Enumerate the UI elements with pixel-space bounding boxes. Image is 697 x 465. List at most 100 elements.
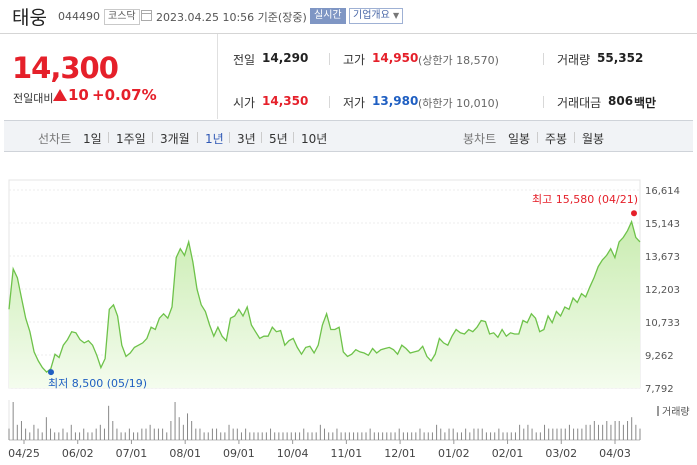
high-label: 고가	[343, 53, 366, 67]
x-tick-label: 06/02	[62, 447, 94, 460]
volume-bar	[91, 432, 93, 440]
tab-monthly[interactable]: 월봉	[582, 130, 604, 147]
volume-bar	[452, 428, 454, 440]
divider	[197, 132, 198, 143]
x-tick-label: 03/02	[545, 447, 577, 460]
volume-bar	[133, 432, 135, 440]
volume-bar	[87, 432, 89, 440]
x-tick-label: 08/01	[169, 447, 201, 460]
volume-bar	[128, 428, 130, 440]
volume-bar	[220, 432, 222, 440]
volume-bar	[394, 432, 396, 440]
volume-bar	[16, 424, 18, 440]
volume-bar	[211, 428, 213, 440]
volume-bar	[602, 424, 604, 440]
stock-name: 태웅	[12, 7, 47, 29]
volume-bar	[552, 428, 554, 440]
volume-bar	[166, 432, 168, 440]
y-tick-label: 9,262	[645, 351, 674, 362]
tab-1w[interactable]: 1주일	[116, 130, 146, 147]
volume-bar	[174, 402, 176, 440]
volume-bar	[299, 432, 301, 440]
volume-bar	[448, 428, 450, 440]
price-chart[interactable]: 16,614 15,143 13,673 12,203 10,733 9,262 7,792…	[0, 170, 697, 465]
y-tick-label: 16,614	[645, 186, 680, 197]
volume-bar	[124, 432, 126, 440]
volume-bar	[539, 432, 541, 440]
divider	[261, 132, 262, 143]
volume-bar	[477, 428, 479, 440]
divider	[152, 132, 153, 143]
volume-bar	[402, 432, 404, 440]
volume-bar	[398, 428, 400, 440]
y-tick-label: 12,203	[645, 285, 680, 296]
prev-close-value: 14,290	[262, 51, 309, 65]
stock-header: 태웅 044490 코스닥 2023.04.25 10:56 기준(장중) 실시…	[0, 0, 697, 33]
volume-bar	[286, 432, 288, 440]
volume-bar	[639, 428, 641, 440]
volume-bar	[45, 417, 47, 440]
volume-bar	[290, 432, 292, 440]
y-tick-label: 10,733	[645, 318, 680, 329]
volume-bar	[353, 432, 355, 440]
volume-bar	[365, 432, 367, 440]
volume-bar	[556, 428, 558, 440]
volume-bar	[328, 432, 330, 440]
volume-bar	[514, 432, 516, 440]
volume-bar	[157, 428, 159, 440]
tab-10y[interactable]: 10년	[301, 130, 327, 147]
tab-weekly[interactable]: 주봉	[545, 130, 567, 147]
volume-bar	[357, 432, 359, 440]
company-overview-button[interactable]: 기업개요 ▼	[349, 8, 404, 24]
volume-bar	[240, 432, 242, 440]
tab-5y[interactable]: 5년	[269, 130, 288, 147]
volume-bar	[62, 428, 64, 440]
x-tick-label: 09/01	[223, 447, 255, 460]
volume-bar	[593, 421, 595, 440]
volume-bar	[137, 432, 139, 440]
volume-bar	[282, 432, 284, 440]
volume-bar	[95, 428, 97, 440]
low-annotation: 최저 8,500 (05/19)	[48, 377, 147, 390]
volume-bar	[324, 428, 325, 440]
volume-bar	[548, 428, 550, 440]
tab-1y[interactable]: 1년	[205, 130, 224, 147]
volume-bar	[207, 432, 209, 440]
x-tick-label: 12/01	[384, 447, 416, 460]
volume-bar	[564, 428, 566, 440]
volume-bar	[303, 428, 305, 440]
volume-bar	[544, 424, 546, 440]
volume-bar	[25, 428, 27, 440]
tab-daily[interactable]: 일봉	[508, 130, 530, 147]
volume-bar	[103, 428, 105, 440]
volume-bar	[108, 405, 110, 440]
realtime-button[interactable]: 실시간	[310, 8, 346, 24]
volume-bar	[502, 432, 504, 440]
volume-bar	[261, 432, 263, 440]
stock-code: 044490	[58, 10, 100, 23]
volume-bar	[535, 432, 537, 440]
volume-bar	[635, 424, 637, 440]
volume-bar	[141, 428, 143, 440]
volume-value: 55,352	[597, 51, 644, 65]
tab-3m[interactable]: 3개월	[160, 130, 190, 147]
change-label: 전일대비	[13, 92, 54, 105]
volume-bar	[344, 432, 346, 440]
volume-bar	[610, 424, 612, 440]
tab-1d[interactable]: 1일	[83, 130, 102, 147]
volume-bar	[307, 432, 309, 440]
amount-value: 806	[608, 94, 634, 108]
volume-bar	[162, 428, 164, 440]
tab-3y[interactable]: 3년	[237, 130, 256, 147]
y-tick-label: 7,792	[645, 384, 674, 395]
change-value: 10	[68, 86, 89, 104]
amount-label: 거래대금	[557, 96, 602, 110]
volume-bar	[440, 428, 442, 440]
volume-bar	[415, 432, 417, 440]
volume-bar	[436, 424, 438, 440]
volume-bar	[390, 432, 392, 440]
volume-bar	[589, 424, 591, 440]
volume-bar	[253, 432, 255, 440]
volume-bar	[485, 432, 487, 440]
volume-bar	[294, 432, 296, 440]
